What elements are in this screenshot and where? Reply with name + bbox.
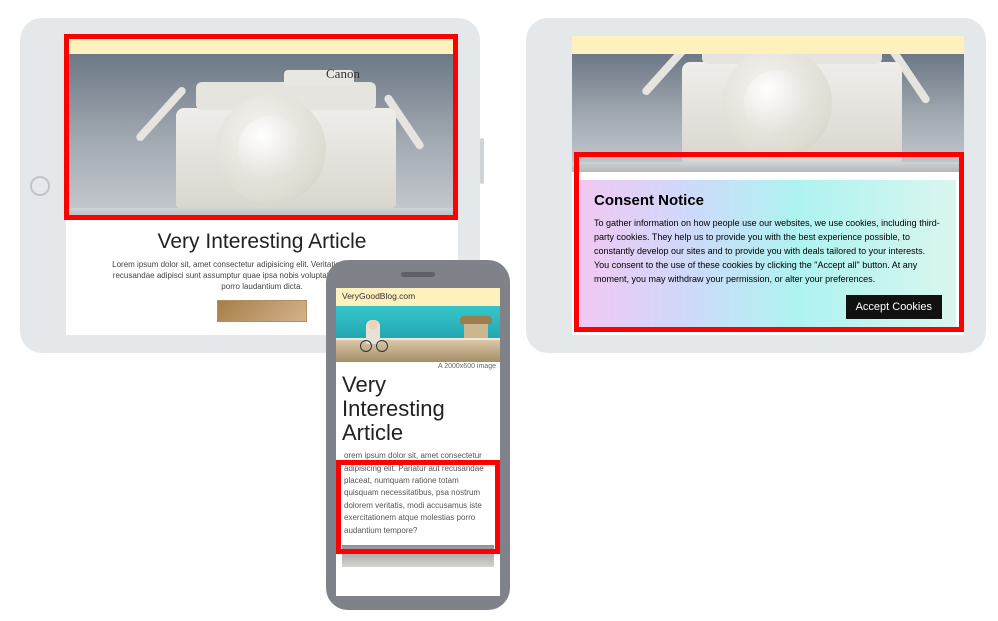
hero-image-camera: Canon [572, 54, 964, 172]
phone-speaker [401, 272, 435, 277]
tablet-volume-button[interactable] [480, 138, 484, 184]
hero-image-tropical [336, 306, 500, 362]
consent-notice-banner: Consent Notice To gather information on … [580, 180, 956, 329]
article-thumbnail-image [217, 300, 307, 322]
tablet-home-button[interactable] [30, 176, 50, 196]
page-header-bar [572, 36, 964, 54]
camera-brand-label: Canon [326, 66, 360, 82]
consent-title: Consent Notice [594, 192, 942, 209]
article-title: Very Interesting Article [106, 230, 418, 254]
article-body: orem ipsum dolor sit, amet consectetur a… [336, 446, 500, 541]
accept-cookies-button[interactable]: Accept Cookies [846, 295, 942, 319]
site-name-bar: VeryGoodBlog.com [336, 288, 500, 306]
phone-device: VeryGoodBlog.com A 2000x600 image Very I… [326, 260, 510, 610]
hero-image-camera: Canon [66, 54, 458, 218]
phone-screen: VeryGoodBlog.com A 2000x600 image Very I… [336, 288, 500, 596]
article-title: Very Interesting Article [336, 371, 500, 446]
tablet-screen: Canon Consent Notice To gather informati… [572, 36, 964, 335]
image-caption: A 2000x600 image [336, 362, 500, 371]
consent-body: To gather information on how people use … [594, 217, 942, 287]
article-thumbnail-image [342, 545, 494, 567]
tablet-device-right: Canon Consent Notice To gather informati… [526, 18, 986, 353]
page-header-bar [66, 36, 458, 54]
